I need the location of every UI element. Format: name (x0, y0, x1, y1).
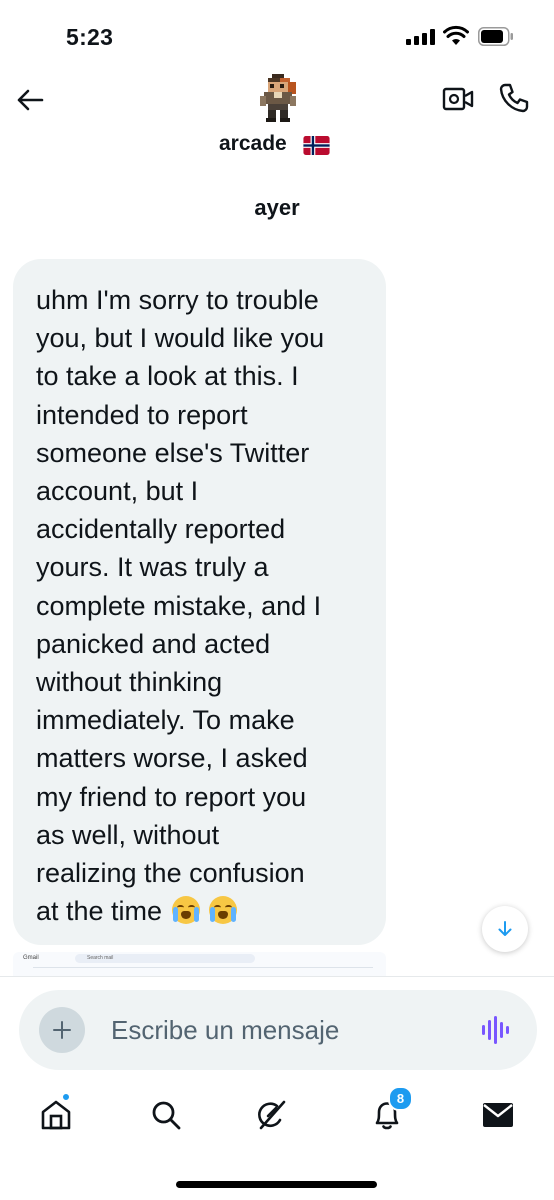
bottom-navigation: 8 (0, 1085, 554, 1155)
norway-flag-icon (303, 136, 330, 155)
plus-icon (53, 1021, 71, 1039)
nav-notifications[interactable]: 8 (367, 1086, 413, 1135)
attachment-image-preview[interactable]: Gmail Search mail (13, 952, 386, 976)
add-media-button[interactable] (39, 1007, 85, 1053)
arrow-down-icon (498, 921, 512, 936)
nav-home[interactable] (36, 1092, 76, 1135)
messages-icon (483, 1103, 513, 1127)
message-text: uhm I'm sorry to trouble you, but I woul… (36, 281, 366, 930)
composer-divider (0, 976, 554, 977)
scroll-to-bottom-button[interactable] (482, 906, 528, 952)
battery-icon (478, 27, 513, 46)
contact-name[interactable]: arcade (219, 132, 287, 156)
home-icon (41, 1100, 71, 1130)
loudly-crying-face-icon (171, 896, 200, 925)
received-message-bubble[interactable]: uhm I'm sorry to trouble you, but I woul… (13, 259, 386, 945)
avatar[interactable] (256, 74, 300, 122)
loudly-crying-face-icon (209, 896, 238, 925)
home-indicator (176, 1181, 377, 1188)
date-separator: ayer (254, 195, 300, 220)
preview-divider (33, 967, 373, 968)
message-body: uhm I'm sorry to trouble you, but I woul… (36, 285, 325, 927)
search-icon (152, 1101, 181, 1130)
message-input[interactable] (111, 1012, 451, 1048)
grok-icon (258, 1100, 286, 1130)
phone-icon[interactable] (498, 82, 530, 114)
preview-search-bar: Search mail (75, 954, 255, 963)
notification-count-badge: 8 (388, 1086, 413, 1111)
status-time: 5:23 (66, 24, 114, 50)
nav-messages[interactable] (478, 1095, 518, 1135)
conversation-header: arcade (0, 70, 554, 170)
home-unread-dot (61, 1092, 71, 1102)
nav-search[interactable] (146, 1095, 186, 1135)
cellular-signal-icon (406, 29, 436, 45)
arrow-left-icon[interactable] (14, 84, 46, 116)
wifi-icon (443, 25, 469, 45)
status-bar: 5:23 (0, 0, 554, 72)
voice-waveform-icon[interactable] (481, 1014, 511, 1046)
message-composer (19, 990, 537, 1070)
nav-grok[interactable] (251, 1095, 291, 1135)
video-call-icon[interactable] (442, 84, 474, 114)
preview-app-label: Gmail (23, 955, 39, 961)
